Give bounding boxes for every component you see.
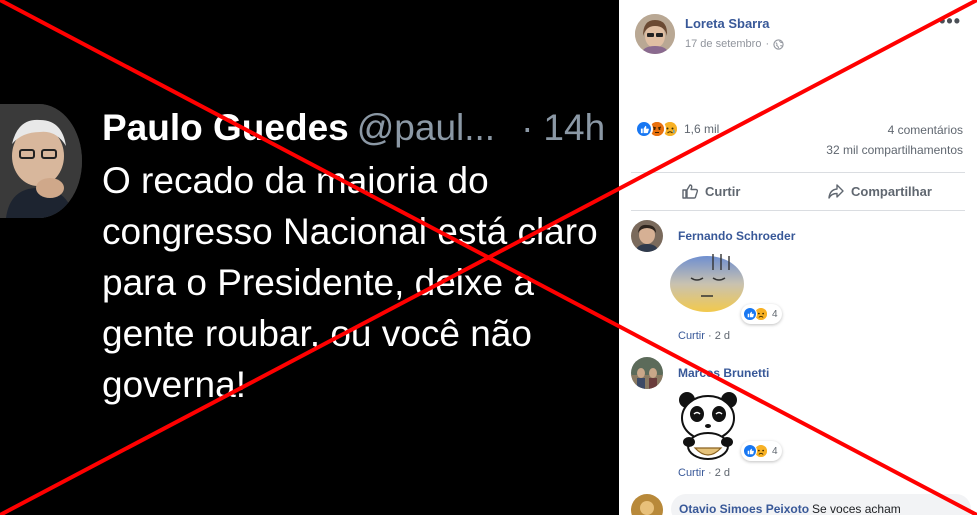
tweet-line: congresso Nacional está claro (102, 211, 598, 252)
comment-reaction-count: 4 (772, 308, 778, 320)
facebook-post: Loreta Sbarra 17 de setembro · ••• 1,6 m… (619, 0, 977, 515)
tweet-text: O recado da maioria do congresso Naciona… (102, 155, 619, 410)
commenter-avatar[interactable] (631, 357, 663, 389)
reaction-count: 1,6 mil (684, 122, 720, 136)
comment-actions: Curtir · 2 d (678, 467, 730, 479)
post-date[interactable]: 17 de setembro (685, 38, 761, 50)
like-button-label: Curtir (705, 183, 741, 199)
commenter-name[interactable]: Marcos Brunetti (678, 366, 769, 380)
meta-separator: · (765, 38, 770, 50)
reaction-summary[interactable]: 1,6 mil (635, 120, 719, 138)
comment-separator: · (707, 330, 712, 342)
tweet-line: gente roubar, ou você não (102, 313, 532, 354)
divider (631, 172, 965, 173)
commenter-name[interactable]: Otavio Simoes Peixoto (679, 502, 809, 515)
like-reaction-icon (635, 120, 653, 138)
comment-bubble: Otavio Simoes Peixoto Se voces acham (671, 494, 971, 515)
post-meta: 17 de setembro · (685, 38, 784, 50)
comment-separator: · (707, 467, 712, 479)
post-actions: Curtir Compartilhar (619, 174, 977, 208)
tweet-header: Paulo Guedes @paul... · 14h (102, 106, 619, 150)
panda-eating-sticker (675, 390, 741, 467)
tweet-author-handle: @paul... (356, 107, 496, 148)
globe-icon (773, 38, 784, 50)
share-arrow-icon (828, 184, 844, 199)
more-options-icon[interactable]: ••• (939, 12, 961, 30)
comment-reactions[interactable]: 4 (741, 304, 782, 324)
commenter-avatar[interactable] (631, 494, 663, 515)
poster-avatar[interactable] (635, 14, 675, 54)
tweet-line: O recado da maioria do (102, 160, 489, 201)
poster-name[interactable]: Loreta Sbarra (685, 16, 770, 31)
comment-age[interactable]: 2 d (715, 330, 730, 342)
tweet-line: governa! (102, 364, 246, 405)
tweet-image: Paulo Guedes @paul... · 14h O recado da mai… (0, 0, 619, 515)
tweet-author-name: Paulo Guedes (102, 107, 349, 148)
share-button[interactable]: Compartilhar (827, 182, 932, 200)
tweet-separator: · (521, 107, 534, 148)
comment-like-link[interactable]: Curtir (678, 330, 705, 342)
comment-text: Se voces acham (812, 502, 901, 515)
like-reaction-icon (743, 307, 757, 321)
comment-actions: Curtir · 2 d (678, 330, 730, 342)
like-reaction-icon (743, 444, 757, 458)
commenter-name[interactable]: Fernando Schroeder (678, 229, 795, 243)
share-button-label: Compartilhar (851, 183, 932, 199)
like-button[interactable]: Curtir (681, 182, 740, 200)
comment-like-link[interactable]: Curtir (678, 467, 705, 479)
divider (631, 210, 965, 211)
shares-count-link[interactable]: 32 mil compartilhamentos (826, 143, 963, 157)
tweet-line: para o Presidente, deixe a (102, 262, 534, 303)
comment-reaction-count: 4 (772, 445, 778, 457)
thumbs-up-icon (682, 184, 699, 199)
comment-reactions[interactable]: 4 (741, 441, 782, 461)
tweet-time: 14h (543, 107, 606, 148)
comments-count-link[interactable]: 4 comentários (888, 123, 963, 137)
tweet-author-avatar (0, 104, 82, 218)
comment-age[interactable]: 2 d (715, 467, 730, 479)
embarrassed-face-sticker (669, 250, 745, 319)
commenter-avatar[interactable] (631, 220, 663, 252)
